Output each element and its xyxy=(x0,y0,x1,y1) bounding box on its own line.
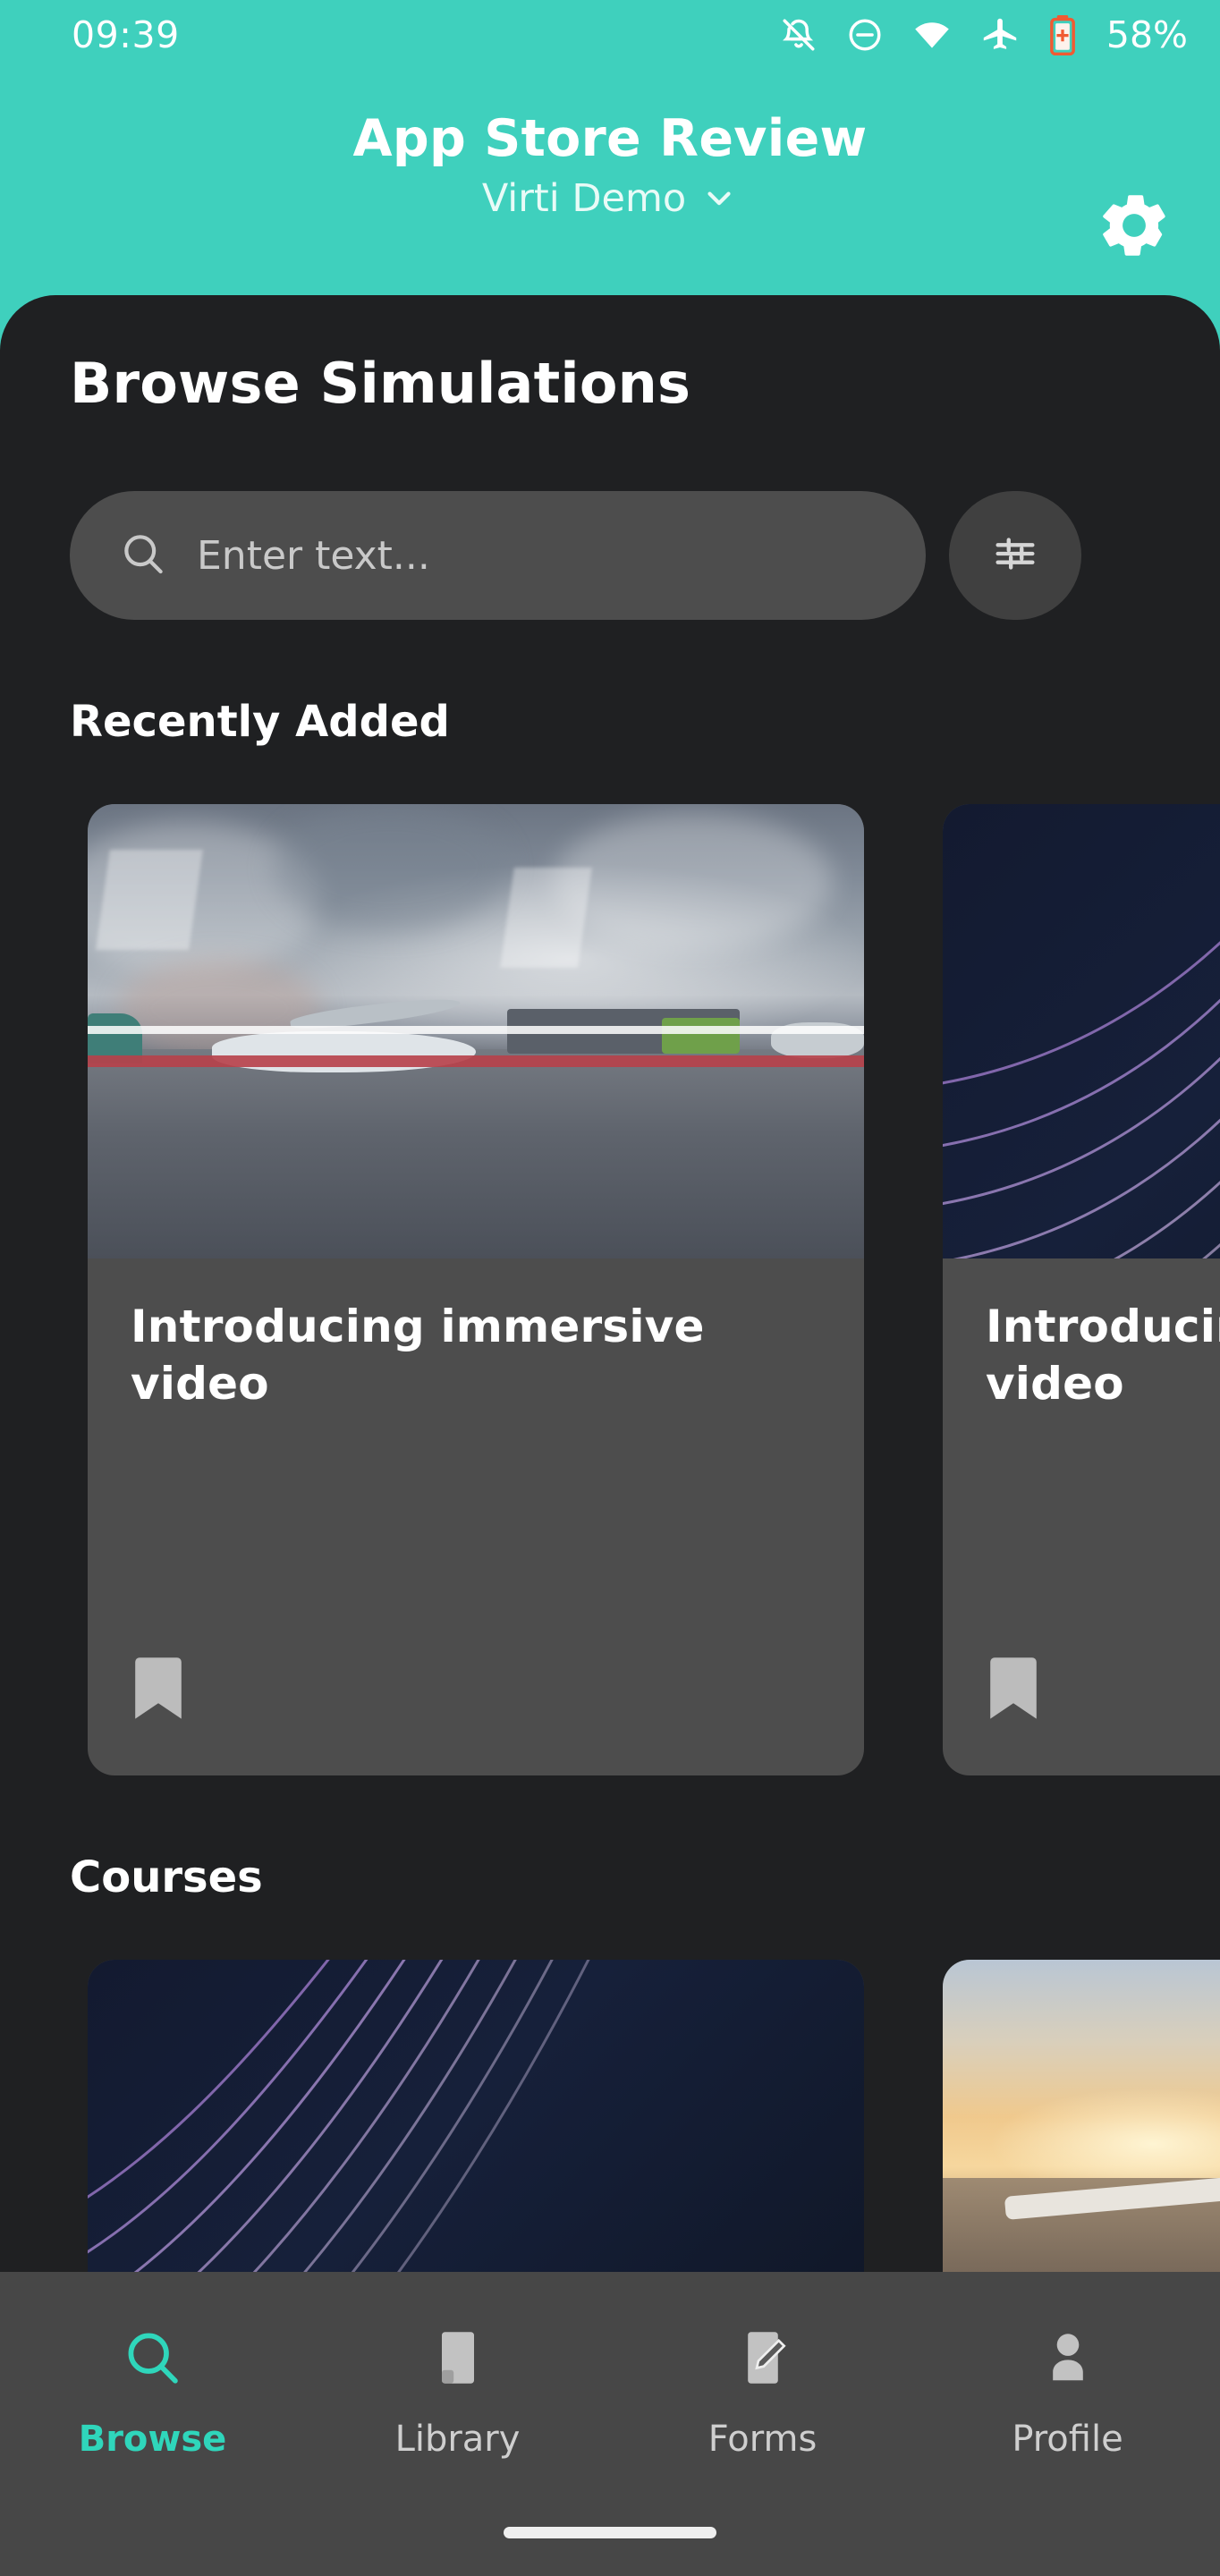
status-bar: 09:39 58% xyxy=(0,0,1220,70)
card-title: Introducing immersive video xyxy=(986,1301,1220,1410)
do-not-disturb-icon xyxy=(845,15,885,55)
sliders-filter-icon xyxy=(989,528,1041,583)
edit-pencil-icon xyxy=(731,2326,795,2394)
status-clock: 09:39 xyxy=(72,13,180,56)
battery-percent-label: 58% xyxy=(1106,13,1188,56)
search-input[interactable]: Enter text... xyxy=(70,491,926,620)
org-name-label: Virti Demo xyxy=(481,176,687,222)
card-body: Introducing immersive video xyxy=(943,1258,1220,1775)
status-icons: 58% xyxy=(779,14,1188,55)
card-body: Introducing immersive video xyxy=(88,1258,864,1775)
gear-icon xyxy=(1096,187,1173,267)
tab-browse[interactable]: Browse xyxy=(0,2326,305,2460)
page-app-title: App Store Review xyxy=(352,109,868,168)
simulation-card[interactable]: Introducing immersive video xyxy=(943,804,1220,1775)
tab-profile[interactable]: Profile xyxy=(915,2326,1220,2460)
search-placeholder: Enter text... xyxy=(197,532,430,579)
tab-label-forms: Forms xyxy=(707,2419,818,2460)
bell-off-icon xyxy=(779,15,818,55)
tab-label-browse: Browse xyxy=(78,2419,227,2460)
org-selector[interactable]: Virti Demo xyxy=(482,179,738,220)
card-title: Introducing immersive video xyxy=(131,1301,705,1410)
book-icon xyxy=(426,2326,490,2394)
settings-button[interactable] xyxy=(1091,184,1177,270)
header-text-group: App Store Review Virti Demo xyxy=(352,109,868,220)
wifi-icon xyxy=(911,14,953,55)
page-title: Browse Simulations xyxy=(70,351,691,416)
recently-added-rail[interactable]: Introducing immersive video Introduci vi… xyxy=(88,804,1220,1775)
app-screen: 09:39 58% App Store Review Virti Demo Br… xyxy=(0,0,1220,2576)
card-thumbnail-abstract-lines xyxy=(943,804,1220,1258)
battery-charging-icon xyxy=(1047,14,1078,55)
search-row: Enter text... xyxy=(70,491,1220,620)
section-title-recently-added: Recently Added xyxy=(70,697,450,747)
tab-forms[interactable]: Forms xyxy=(610,2326,915,2460)
tab-label-profile: Profile xyxy=(1012,2419,1123,2460)
person-icon xyxy=(1036,2326,1100,2394)
home-indicator xyxy=(504,2527,716,2538)
content-sheet: Browse Simulations Enter text... Recentl… xyxy=(0,295,1220,2576)
bookmark-icon[interactable] xyxy=(986,1654,1041,1727)
app-header: App Store Review Virti Demo xyxy=(0,70,1220,301)
simulation-card[interactable]: Introducing immersive video xyxy=(88,804,864,1775)
search-icon xyxy=(121,2326,185,2394)
bottom-tab-bar: Browse Library Forms Profile xyxy=(0,2272,1220,2576)
card-thumbnail-panoramic-airport xyxy=(88,804,864,1258)
chevron-down-icon xyxy=(700,179,738,220)
tab-library[interactable]: Library xyxy=(305,2326,610,2460)
tab-label-library: Library xyxy=(394,2419,521,2460)
section-title-courses: Courses xyxy=(70,1852,263,1902)
search-icon xyxy=(118,529,168,582)
bookmark-icon[interactable] xyxy=(131,1654,186,1727)
airplane-mode-icon xyxy=(979,14,1021,55)
filter-button[interactable] xyxy=(949,491,1081,620)
